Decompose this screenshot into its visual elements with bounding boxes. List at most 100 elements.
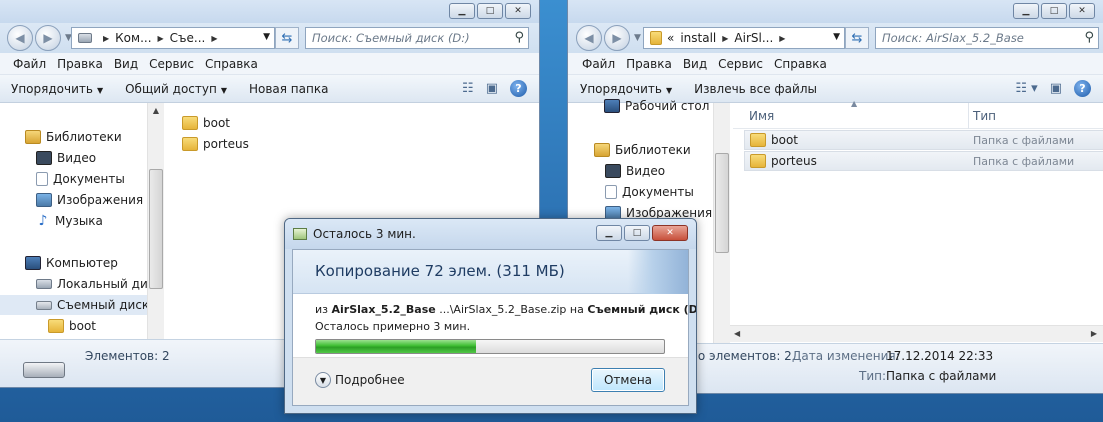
folder-icon [182, 137, 198, 151]
type-value: Папка с файлами [886, 369, 997, 383]
tree-removable-disk[interactable]: Съемный диск ( [36, 298, 158, 312]
document-icon [36, 172, 48, 186]
minimize-button[interactable]: ▁ [596, 225, 622, 241]
organize-button[interactable]: Упорядочить ▼ [11, 82, 103, 96]
forward-button[interactable]: ▶ [35, 25, 61, 51]
search-input[interactable]: Поиск: AirSlax_5.2_Base ⚲ [875, 27, 1099, 49]
folder-icon [182, 116, 198, 130]
scroll-thumb[interactable] [715, 153, 729, 253]
preview-pane-icon[interactable]: ▣ [1050, 81, 1062, 96]
tree-documents[interactable]: Документы [605, 185, 694, 199]
menu-edit[interactable]: Правка [626, 57, 672, 71]
column-name[interactable]: Имя [749, 109, 774, 123]
menu-tools[interactable]: Сервис [718, 57, 763, 71]
tree-documents[interactable]: Документы [36, 172, 125, 186]
search-icon[interactable]: ⚲ [514, 30, 524, 45]
extract-all-button[interactable]: Извлечь все файлы [694, 82, 817, 96]
horizontal-scrollbar[interactable]: ◀ ▶ [730, 325, 1103, 342]
breadcrumb-install[interactable]: install [680, 31, 716, 45]
tree-boot[interactable]: boot [48, 319, 96, 333]
refresh-button[interactable]: ⇆ [845, 27, 869, 49]
menu-edit[interactable]: Правка [57, 57, 103, 71]
address-row: ◀ ▶ ▼ « install ▶ AirSl... ▶ ▼ ⇆ Поиск: … [568, 23, 1103, 53]
time-remaining: Осталось примерно 3 мин. [315, 320, 471, 333]
menu-file[interactable]: Файл [13, 57, 46, 71]
chevron-right-icon: ▶ [779, 33, 786, 43]
breadcrumb-removable[interactable]: Съе... [170, 31, 206, 45]
breadcrumb-computer[interactable]: Ком... [115, 31, 151, 45]
destination-link[interactable]: Съемный диск (D:) [587, 303, 696, 316]
tree-local-disk[interactable]: Локальный диск [36, 277, 162, 291]
dialog-content: Копирование 72 элем. (311 МБ) из AirSlax… [292, 249, 696, 406]
scroll-thumb[interactable] [149, 169, 163, 289]
source-link[interactable]: AirSlax_5.2_Base [332, 303, 436, 316]
libraries-icon [25, 130, 41, 144]
scroll-up-arrow[interactable]: ▲ [148, 103, 164, 119]
close-button[interactable]: ✕ [652, 225, 688, 241]
tree-libraries[interactable]: Библиотеки [25, 130, 122, 144]
file-item-boot[interactable]: boot [182, 116, 230, 130]
address-row: ◀ ▶ ▼ ▶ Ком... ▶ Съе... ▶ ▼ ⇆ Поиск: Съе… [0, 23, 539, 53]
tree-music[interactable]: ♪ Музыка [36, 214, 103, 228]
new-folder-button[interactable]: Новая папка [249, 82, 328, 96]
menu-view[interactable]: Вид [683, 57, 707, 71]
folder-icon [48, 319, 64, 333]
tree-computer[interactable]: Компьютер [25, 256, 118, 270]
breadcrumb-overflow[interactable]: « [667, 31, 674, 45]
tree-video[interactable]: Видео [36, 151, 96, 165]
menu-help[interactable]: Справка [205, 57, 258, 71]
title-bar: ▁ □ ✕ [568, 0, 1103, 23]
back-button[interactable]: ◀ [7, 25, 33, 51]
tree-libraries[interactable]: Библиотеки [594, 143, 691, 157]
view-options-icon[interactable]: ☷ ▾ [1015, 81, 1037, 96]
refresh-button[interactable]: ⇆ [275, 27, 299, 49]
menu-view[interactable]: Вид [114, 57, 138, 71]
search-icon[interactable]: ⚲ [1084, 30, 1094, 45]
menu-file[interactable]: Файл [582, 57, 615, 71]
chevron-down-icon[interactable]: ▼ [833, 32, 840, 42]
share-button[interactable]: Общий доступ ▼ [125, 82, 227, 96]
organize-button[interactable]: Упорядочить ▼ [580, 82, 672, 96]
recent-pages-dropdown[interactable]: ▼ [634, 33, 641, 43]
close-button[interactable]: ✕ [1069, 3, 1095, 19]
close-button[interactable]: ✕ [505, 3, 531, 19]
address-bar[interactable]: ▶ Ком... ▶ Съе... ▶ ▼ [71, 27, 275, 49]
minimize-button[interactable]: ▁ [449, 3, 475, 19]
desktop-icon [604, 99, 620, 113]
more-details-button[interactable]: ▼ Подробнее [315, 372, 405, 388]
address-bar[interactable]: « install ▶ AirSl... ▶ ▼ [643, 27, 845, 49]
help-icon[interactable]: ? [510, 80, 527, 97]
search-input[interactable]: Поиск: Съемный диск (D:) ⚲ [305, 27, 529, 49]
tree-desktop[interactable]: Рабочий стол [604, 99, 709, 113]
maximize-button[interactable]: □ [477, 3, 503, 19]
back-button[interactable]: ◀ [576, 25, 602, 51]
maximize-button[interactable]: □ [1041, 3, 1067, 19]
video-icon [605, 164, 621, 178]
preview-pane-icon[interactable]: ▣ [486, 81, 498, 96]
progress-fill [316, 340, 477, 353]
computer-icon [25, 256, 41, 270]
chevron-right-icon: ▶ [103, 33, 110, 43]
maximize-button[interactable]: □ [624, 225, 650, 241]
navigation-scrollbar[interactable] [713, 103, 730, 343]
tree-images[interactable]: Изображения [36, 193, 143, 207]
help-icon[interactable]: ? [1074, 80, 1091, 97]
tree-video[interactable]: Видео [605, 164, 665, 178]
video-icon [36, 151, 52, 165]
view-options-icon[interactable]: ☷ [462, 81, 474, 96]
file-row-boot[interactable]: boot [750, 133, 798, 147]
dialog-banner: Копирование 72 элем. (311 МБ) [293, 250, 688, 294]
hard-drive-icon [36, 279, 52, 289]
column-type[interactable]: Тип [973, 109, 996, 123]
breadcrumb-airslax[interactable]: AirSl... [734, 31, 773, 45]
menu-tools[interactable]: Сервис [149, 57, 194, 71]
music-icon: ♪ [38, 213, 48, 229]
navigation-scrollbar[interactable]: ▲ [147, 103, 164, 339]
file-item-porteus[interactable]: porteus [182, 137, 249, 151]
menu-help[interactable]: Справка [774, 57, 827, 71]
minimize-button[interactable]: ▁ [1013, 3, 1039, 19]
chevron-down-icon[interactable]: ▼ [263, 32, 270, 42]
forward-button[interactable]: ▶ [604, 25, 630, 51]
file-row-porteus[interactable]: porteus [750, 154, 817, 168]
cancel-button[interactable]: Отмена [591, 368, 665, 392]
